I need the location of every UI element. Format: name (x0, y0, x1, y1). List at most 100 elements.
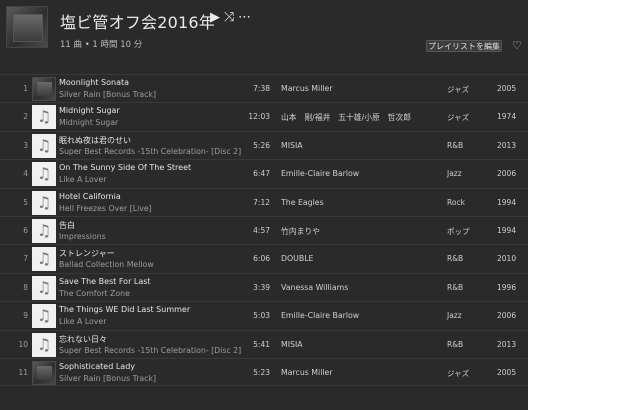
track-genre: Rock (447, 197, 465, 207)
track-artist[interactable]: Marcus Miller (281, 368, 333, 377)
track-row[interactable]: 11 Sophisticated Lady Silver Rain [Bonus T… (0, 357, 528, 387)
track-genre: ジャズ (447, 113, 470, 123)
track-artist[interactable]: Emille-Claire Barlow (281, 311, 359, 320)
track-title: Sophisticated Lady (59, 361, 136, 371)
album-art-thumbnail: ♫ (32, 162, 56, 187)
music-note-icon: ♫ (36, 107, 52, 127)
track-artist[interactable]: 山本 剛/福井 五十雄/小原 哲次郎 (281, 112, 411, 123)
track-year: 1994 (497, 197, 517, 207)
track-title: ストレンジャー (59, 249, 115, 259)
track-genre: R&B (447, 339, 464, 349)
album-art-thumbnail: ♫ (32, 190, 56, 215)
album-art-thumbnail: ♫ (32, 133, 56, 158)
album-photo (37, 82, 52, 96)
track-row[interactable]: 10 ♫ 忘れない日々 Super Best Records -15th Celebr… (0, 329, 528, 358)
music-note-icon: ♫ (36, 306, 52, 326)
track-artist[interactable]: Emille-Claire Barlow (281, 169, 359, 178)
track-artist[interactable]: 竹内まりや (281, 226, 320, 237)
track-duration: 5:03 (253, 311, 270, 321)
album-art-thumbnail: ♫ (32, 275, 56, 300)
track-duration: 12:03 (248, 112, 270, 122)
track-number: 1 (23, 84, 28, 93)
track-number: 11 (18, 367, 28, 377)
music-note-icon: ♫ (36, 192, 52, 212)
track-genre: ポップ (447, 226, 470, 236)
track-album: Silver Rain [Bonus Track] (59, 373, 157, 383)
track-row[interactable]: 9 ♫ The Things WE Did Last Summer Like A Lo… (0, 301, 528, 329)
album-art-thumbnail: ♫ (32, 332, 56, 357)
track-row[interactable]: 3 ♫ 眠れぬ夜は君のせい Super Best Records -15th Cele… (0, 130, 528, 159)
track-year: 2006 (497, 311, 517, 321)
track-title: Midnight Sugar (59, 106, 120, 116)
track-year: 2006 (497, 169, 517, 179)
track-title: Moonlight Sonata (59, 78, 130, 87)
track-list: 1 Moonlight Sonata Silver Rain [Bonus Trac… (0, 74, 528, 387)
track-artist[interactable]: MISIA (281, 340, 303, 349)
track-album: Super Best Records -15th Celebration- [D… (59, 345, 242, 355)
track-artist[interactable]: Marcus Miller (281, 84, 333, 93)
playlist-panel: 塩ビ管オフ会2016年 ▶ ⤨ ⋯ 11 曲 • 1 時間 10 分 プレイリス… (0, 0, 528, 410)
playlist-title: 塩ビ管オフ会2016年 (60, 13, 215, 32)
track-duration: 7:38 (253, 84, 270, 93)
more-options-icon[interactable]: ⋯ (238, 10, 251, 25)
track-genre: Jazz (447, 311, 462, 321)
track-row[interactable]: 7 ♫ ストレンジャー Ballad Collection Mellow 6:06 DOU… (0, 244, 528, 272)
track-number: 9 (23, 311, 28, 321)
track-duration: 5:23 (253, 367, 270, 377)
track-year: 2010 (497, 254, 517, 264)
track-genre: R&B (447, 282, 464, 292)
track-row[interactable]: 5 ♫ Hotel California Hell Freezes Over [Liv… (0, 187, 528, 216)
track-year: 2013 (497, 339, 517, 349)
track-album: Like A Lover (59, 317, 107, 327)
track-artist[interactable]: DOUBLE (281, 254, 313, 263)
album-art-thumbnail (32, 360, 56, 385)
track-album: Silver Rain [Bonus Track] (59, 90, 157, 99)
track-title: Save The Best For Last (59, 276, 151, 286)
track-title: 告白 (59, 220, 75, 230)
track-number: 4 (23, 169, 28, 179)
track-number: 5 (23, 197, 28, 207)
track-duration: 7:12 (253, 197, 270, 207)
album-art-thumbnail: ♫ (32, 304, 56, 329)
music-note-icon: ♫ (36, 249, 52, 269)
track-album: Impressions (59, 231, 106, 241)
album-art-thumbnail: ♫ (32, 105, 56, 130)
track-genre: R&B (447, 254, 464, 264)
track-album: The Comfort Zone (59, 288, 130, 298)
track-row[interactable]: 8 ♫ Save The Best For Last The Comfort Zone… (0, 272, 528, 301)
track-genre: ジャズ (447, 85, 470, 94)
playlist-cover-art[interactable] (6, 6, 48, 48)
track-number: 2 (23, 112, 28, 122)
track-year: 1994 (497, 225, 517, 235)
track-year: 1996 (497, 282, 517, 292)
track-number: 3 (23, 140, 28, 150)
track-title: On The Sunny Side Of The Street (59, 163, 192, 173)
track-genre: Jazz (447, 169, 462, 179)
shuffle-icon[interactable]: ⤨ (224, 10, 234, 25)
track-genre: R&B (447, 140, 464, 150)
playlist-summary: 11 曲 • 1 時間 10 分 (60, 40, 143, 50)
track-title: 忘れない日々 (59, 334, 107, 344)
track-row[interactable]: 2 ♫ Midnight Sugar Midnight Sugar 12:03 山本 剛/… (0, 102, 528, 130)
track-number: 10 (18, 339, 28, 349)
music-note-icon: ♫ (36, 334, 52, 354)
heart-icon[interactable]: ♡ (512, 39, 522, 52)
track-album: Super Best Records -15th Celebration- [D… (59, 146, 242, 156)
track-year: 2013 (497, 140, 517, 150)
album-art-thumbnail: ♫ (32, 218, 56, 243)
track-duration: 6:06 (253, 254, 270, 264)
track-album: Hell Freezes Over [Live] (59, 203, 152, 213)
track-title: Hotel California (59, 191, 121, 201)
track-artist[interactable]: MISIA (281, 141, 303, 150)
track-artist[interactable]: Vanessa Williams (281, 283, 348, 292)
play-icon[interactable]: ▶ (210, 10, 220, 25)
track-duration: 5:41 (253, 339, 270, 349)
edit-playlist-button[interactable]: プレイリストを編集 (426, 40, 502, 52)
track-row[interactable]: 1 Moonlight Sonata Silver Rain [Bonus Trac… (0, 74, 528, 102)
track-artist[interactable]: The Eagles (281, 198, 324, 207)
track-year: 1974 (497, 112, 517, 122)
music-note-icon: ♫ (36, 277, 52, 297)
track-row[interactable]: 4 ♫ On The Sunny Side Of The Street Like A … (0, 159, 528, 187)
album-art-thumbnail (32, 77, 56, 101)
track-row[interactable]: 6 ♫ 告白 Impressions 4:57 竹内まりや ポップ 1994 (0, 215, 528, 244)
